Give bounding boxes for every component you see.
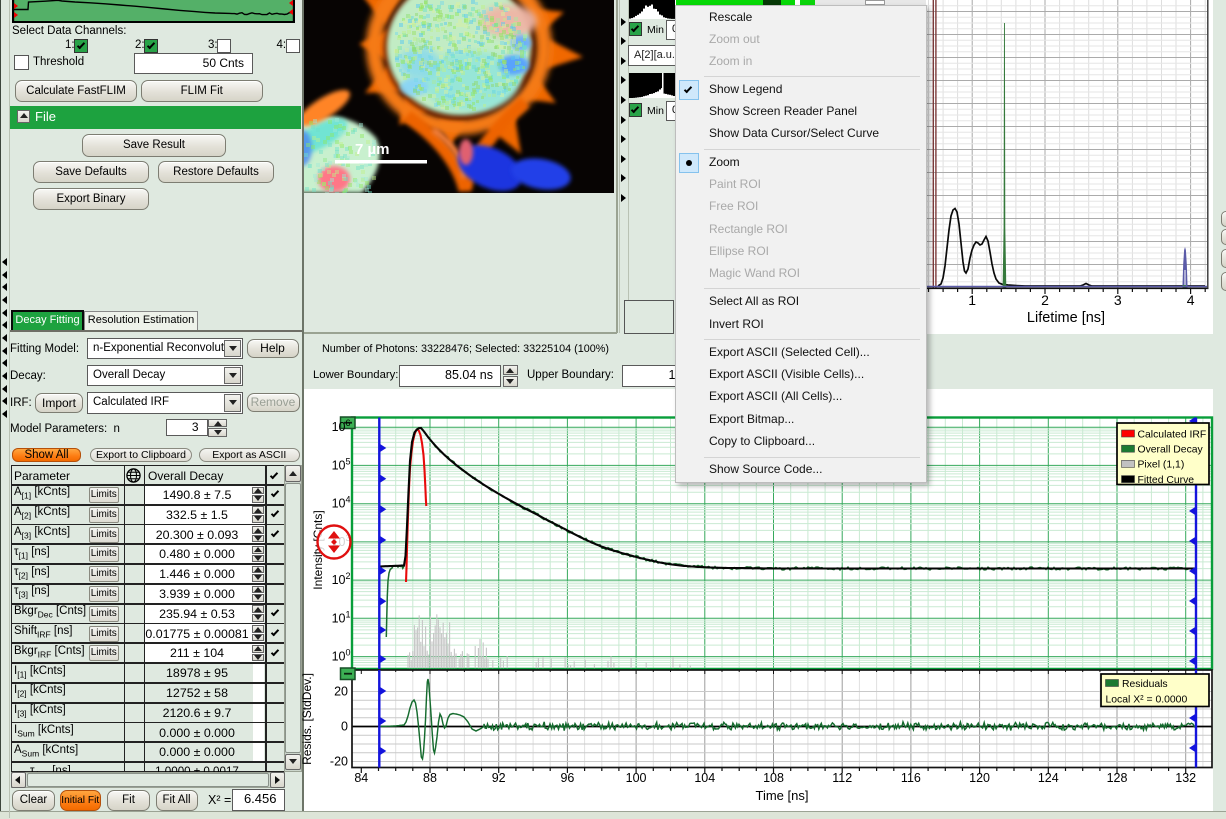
svg-text:Calculated IRF: Calculated IRF [1138, 429, 1207, 440]
svg-text:Residuals: Residuals [1122, 679, 1168, 690]
svg-text:108: 108 [763, 771, 784, 785]
svg-text:124: 124 [1038, 771, 1059, 785]
svg-text:Time [ns]: Time [ns] [756, 788, 809, 803]
svg-text:Resids. [StdDev.]: Resids. [StdDev.] [300, 673, 314, 765]
svg-text:5: 5 [346, 456, 351, 466]
svg-text:0: 0 [346, 648, 351, 658]
svg-text:4: 4 [346, 495, 351, 505]
svg-text:88: 88 [423, 771, 437, 785]
svg-text:1: 1 [346, 609, 351, 619]
svg-text:92: 92 [492, 771, 506, 785]
svg-text:10: 10 [332, 458, 346, 472]
svg-text:Pixel (1,1): Pixel (1,1) [1138, 460, 1185, 471]
svg-text:10: 10 [332, 573, 346, 587]
svg-text:10: 10 [332, 650, 346, 664]
svg-text:84: 84 [354, 771, 368, 785]
svg-text:96: 96 [560, 771, 574, 785]
svg-text:2: 2 [346, 571, 351, 581]
svg-text:100: 100 [626, 771, 647, 785]
svg-text:112: 112 [832, 771, 852, 785]
svg-text:128: 128 [1107, 771, 1128, 785]
svg-text:6: 6 [346, 418, 351, 428]
svg-text:132: 132 [1175, 771, 1196, 785]
svg-text:120: 120 [969, 771, 990, 785]
svg-text:10: 10 [332, 420, 346, 434]
svg-text:0: 0 [341, 720, 348, 734]
svg-text:Overall Decay: Overall Decay [1138, 445, 1204, 456]
svg-text:-20: -20 [330, 755, 348, 769]
svg-text:Fitted Curve: Fitted Curve [1138, 475, 1195, 486]
svg-text:10: 10 [332, 497, 346, 511]
svg-text:20: 20 [334, 685, 348, 699]
svg-text:Local X² = 0.0000: Local X² = 0.0000 [1106, 695, 1188, 706]
svg-text:116: 116 [901, 771, 921, 785]
svg-text:10: 10 [332, 611, 346, 625]
svg-text:104: 104 [694, 771, 715, 785]
